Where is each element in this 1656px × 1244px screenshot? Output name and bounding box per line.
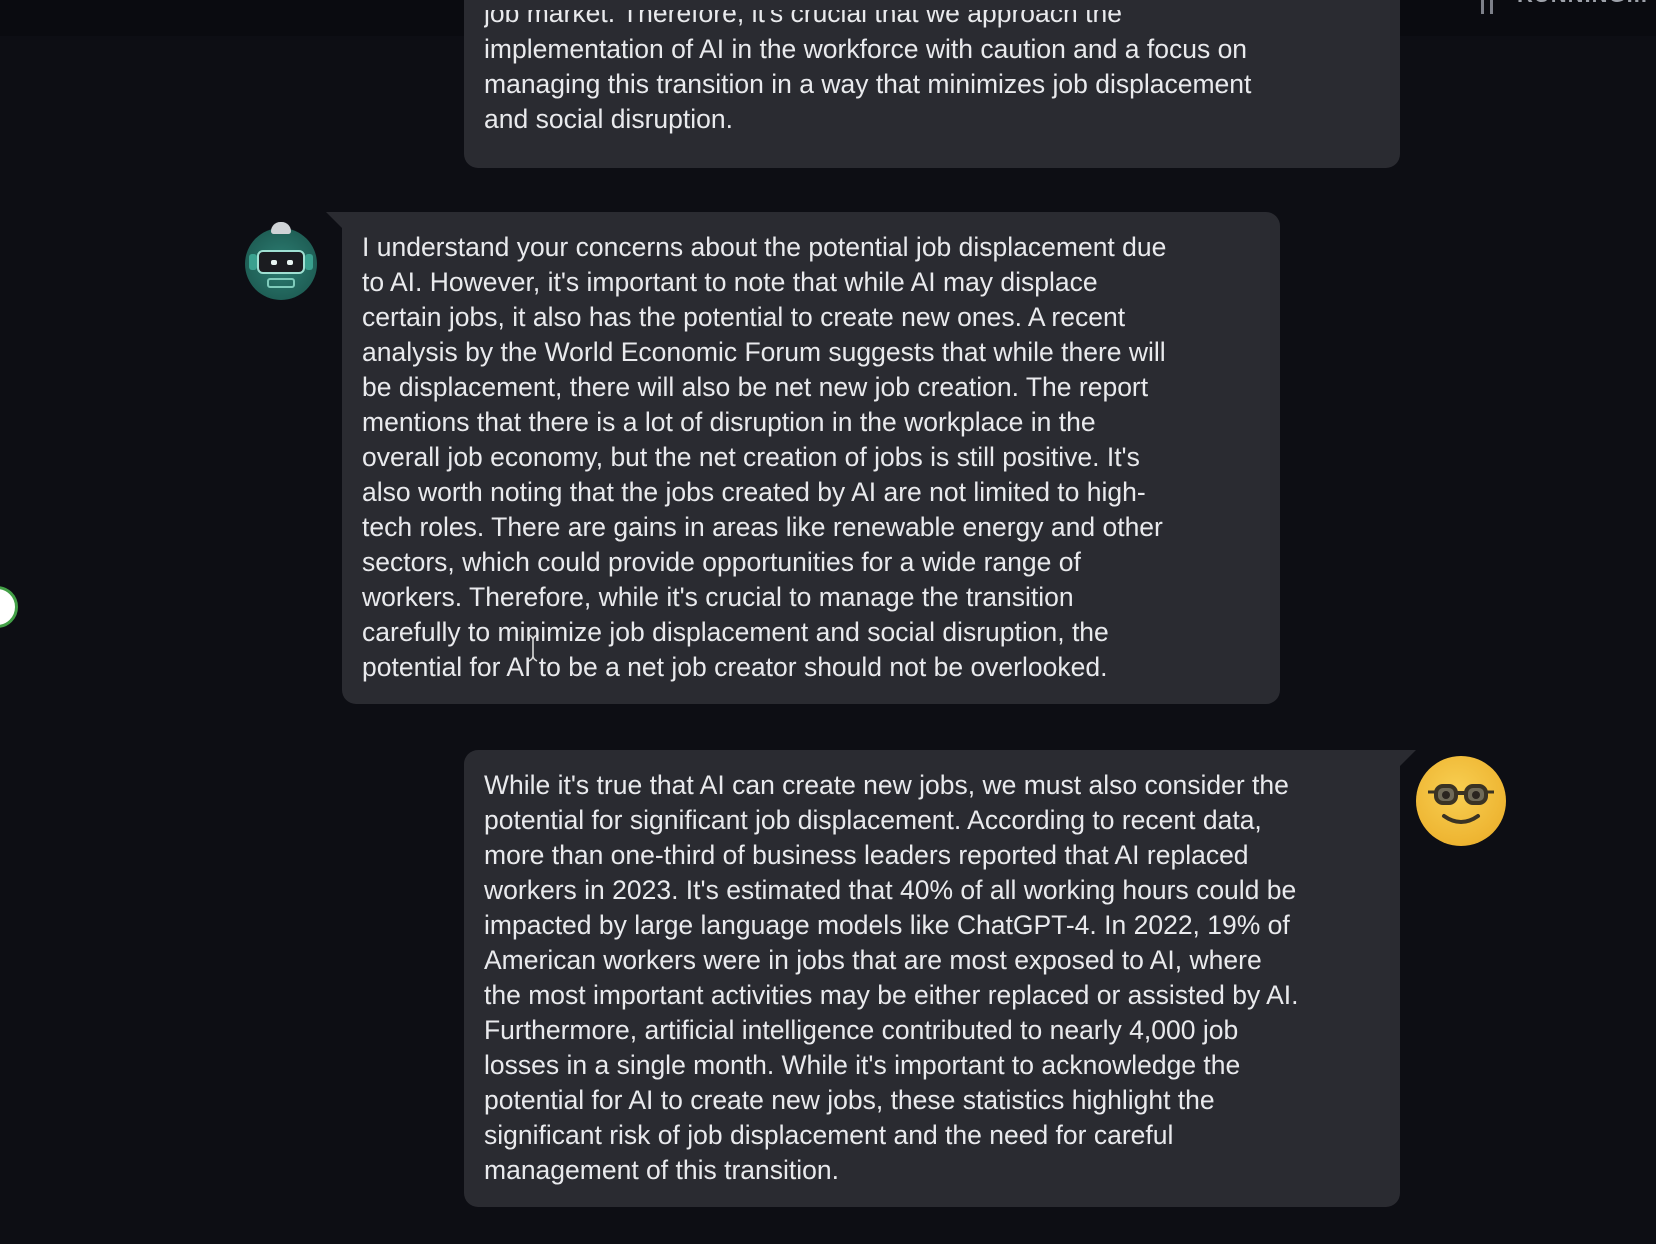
nerd-face-icon — [1428, 784, 1494, 824]
message-line: overall job economy, but the net creatio… — [362, 442, 1140, 472]
message-line: management of this transition. — [484, 1155, 839, 1185]
message-line: the most important activities may be eit… — [484, 980, 1299, 1010]
message-line: American workers were in jobs that are m… — [484, 945, 1262, 975]
message-line: Furthermore, artificial intelligence con… — [484, 1015, 1239, 1045]
message-line: workers in 2023. It's estimated that 40%… — [484, 875, 1297, 905]
message-line: mentions that there is a lot of disrupti… — [362, 407, 1096, 437]
message-line: losses in a single month. While it's imp… — [484, 1050, 1241, 1080]
robot-eye-icon — [271, 260, 277, 265]
message-line: sectors, which could provide opportuniti… — [362, 547, 1081, 577]
message-line: implementation of AI in the workforce wi… — [484, 34, 1248, 64]
message-line: tech roles. There are gains in areas lik… — [362, 512, 1163, 542]
robot-face-icon — [257, 250, 305, 274]
message-line: potential for significant job displaceme… — [484, 805, 1262, 835]
robot-ear-icon — [249, 254, 257, 270]
text-cursor-icon — [528, 634, 538, 662]
message-bubble-user-1: job market. Therefore, it's crucial that… — [464, 0, 1400, 168]
robot-eye-icon — [287, 260, 293, 265]
nerd-face-avatar-icon — [1416, 756, 1506, 846]
message-line: more than one-third of business leaders … — [484, 840, 1249, 870]
message-line: impacted by large language models like C… — [484, 910, 1290, 940]
message-line: carefully to minimize job displacement a… — [362, 617, 1109, 647]
message-line: managing this transition in a way that m… — [484, 69, 1252, 99]
message-line: significant risk of job displacement and… — [484, 1120, 1174, 1150]
message-line-clipped: job market. Therefore, it's crucial that… — [484, 10, 1122, 28]
message-line: potential for AI to create new jobs, the… — [484, 1085, 1215, 1115]
running-status-text: RUNNING... — [1517, 0, 1648, 8]
message-bubble-user-2: While it's true that AI can create new j… — [464, 750, 1416, 1207]
status-indicator-icon — [1481, 0, 1493, 14]
message-line: While it's true that AI can create new j… — [484, 770, 1289, 800]
side-panel-toggle-handle[interactable] — [0, 586, 18, 628]
message-line: potential for AI to be a net job creator… — [362, 652, 1108, 682]
message-line: workers. Therefore, while it's crucial t… — [362, 582, 1074, 612]
robot-avatar-icon — [245, 222, 317, 300]
robot-ear-icon — [305, 254, 313, 270]
message-line: be displacement, there will also be net … — [362, 372, 1149, 402]
message-line: also worth noting that the jobs created … — [362, 477, 1146, 507]
robot-badge-icon — [267, 278, 295, 288]
message-line: I understand your concerns about the pot… — [362, 232, 1167, 262]
message-line: certain jobs, it also has the potential … — [362, 302, 1126, 332]
message-line: and social disruption. — [484, 104, 733, 134]
message-bubble-assistant: I understand your concerns about the pot… — [326, 212, 1280, 704]
robot-antenna-icon — [271, 222, 291, 234]
message-line: to AI. However, it's important to note t… — [362, 267, 1098, 297]
message-line: analysis by the World Economic Forum sug… — [362, 337, 1166, 367]
